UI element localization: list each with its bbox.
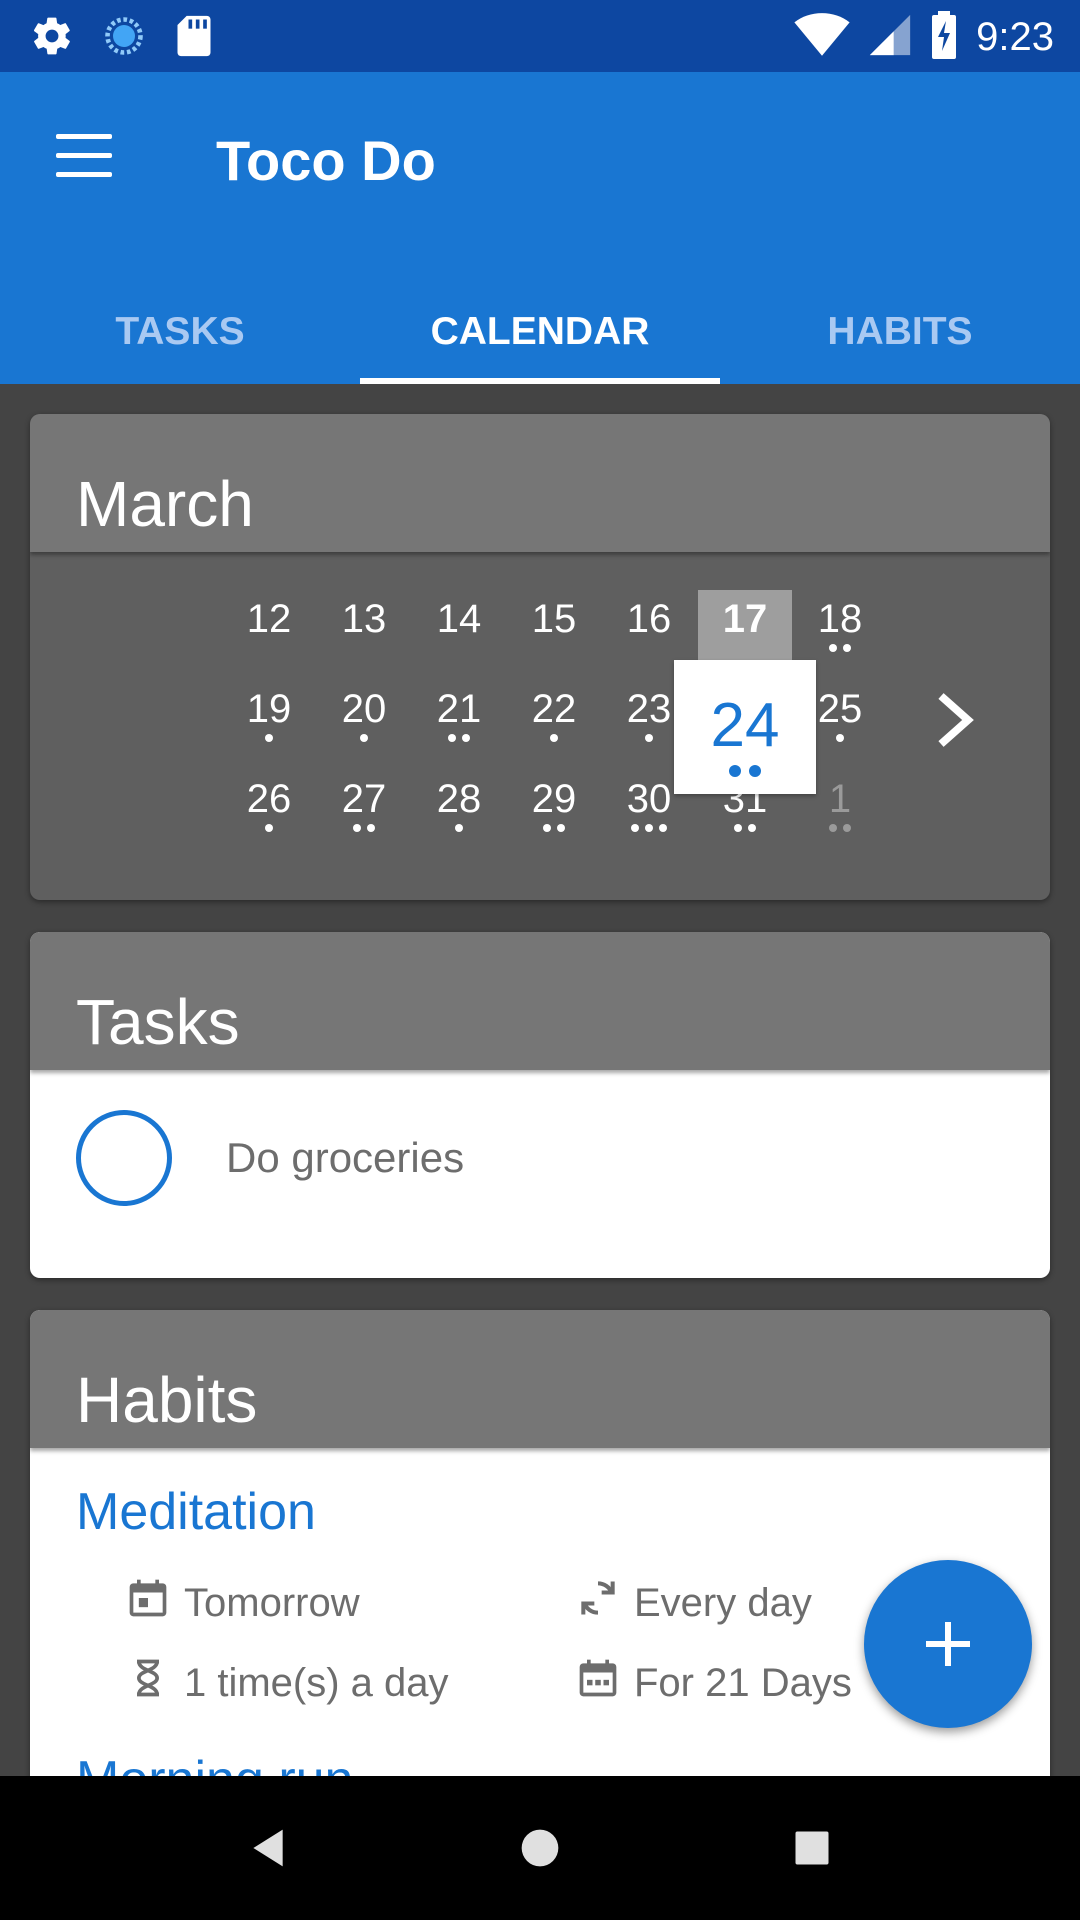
calendar-day[interactable]: 17	[700, 594, 790, 654]
habit-when-label: Tomorrow	[184, 1580, 360, 1625]
calendar-event-dot	[748, 824, 756, 832]
task-checkbox[interactable]	[76, 1110, 172, 1206]
calendar-day-number: 20	[341, 687, 387, 731]
back-icon[interactable]	[246, 1826, 290, 1875]
navigation-bar	[0, 1776, 1080, 1920]
task-item[interactable]: Do groceries	[30, 1070, 1050, 1278]
app-title: Toco Do	[216, 129, 436, 192]
calendar-day[interactable]: 19	[224, 684, 314, 744]
calendar-event-dot	[749, 765, 761, 777]
calendar-day-number: 12	[246, 597, 292, 641]
tab-calendar[interactable]: CALENDAR	[360, 272, 720, 384]
calendar-day-number: 27	[341, 777, 387, 821]
calendar-day-number: 28	[436, 777, 482, 821]
habit-repeat: Every day	[576, 1576, 812, 1630]
calendar-day-number: 22	[531, 687, 577, 731]
calendar-event-dot	[462, 734, 470, 742]
habit-frequency: 1 time(s) a day	[126, 1656, 449, 1710]
calendar-day-number: 18	[817, 597, 863, 641]
calendar-day-number: 14	[436, 597, 482, 641]
calendar-day[interactable]: 26	[224, 774, 314, 834]
calendar-event-dot	[729, 765, 741, 777]
calendar-day-number: 17	[722, 597, 768, 641]
tab-tasks[interactable]: TASKS	[0, 272, 360, 384]
calendar-day-number: 29	[531, 777, 577, 821]
calendar-event-dot	[843, 824, 851, 832]
signal-icon	[868, 13, 912, 62]
hourglass-icon	[126, 1656, 170, 1710]
calendar-card: March 12 13 14 15 16 17 18 19 20 21 22 23 24 25 26 27 28…	[30, 414, 1050, 900]
calendar-event-dot	[360, 734, 368, 742]
sync-icon	[102, 14, 146, 63]
tab-habits[interactable]: HABITS	[720, 272, 1080, 384]
calendar-event-dot	[265, 824, 273, 832]
calendar-event-dot	[836, 734, 844, 742]
calendar-day[interactable]: 21	[414, 684, 504, 744]
status-bar: 9:23	[0, 0, 1080, 72]
calendar-day-icon	[126, 1576, 170, 1630]
calendar-day[interactable]: 14	[414, 594, 504, 654]
calendar-event-dot	[829, 824, 837, 832]
repeat-icon	[576, 1576, 620, 1630]
battery-charging-icon	[930, 10, 958, 65]
calendar-month-title: March	[30, 414, 1050, 552]
tab-bar: TASKS CALENDAR HABITS	[0, 272, 1080, 384]
calendar-event-dot	[843, 644, 851, 652]
app-bar: Toco Do TASKS CALENDAR HABITS	[0, 72, 1080, 384]
calendar-event-dot	[645, 824, 653, 832]
status-time: 9:23	[976, 15, 1054, 59]
habit-duration-label: For 21 Days	[634, 1660, 852, 1705]
calendar-day[interactable]: 28	[414, 774, 504, 834]
calendar-day[interactable]: 16	[604, 594, 694, 654]
calendar-event-dot	[550, 734, 558, 742]
tasks-header: Tasks	[30, 932, 1050, 1070]
calendar-event-dot	[659, 824, 667, 832]
task-label: Do groceries	[226, 1134, 465, 1181]
menu-icon[interactable]	[56, 134, 112, 178]
calendar-event-dot	[829, 644, 837, 652]
calendar-event-dot	[645, 734, 653, 742]
habit-when: Tomorrow	[126, 1576, 360, 1630]
calendar-day-number: 26	[246, 777, 292, 821]
calendar-event-dot	[448, 734, 456, 742]
calendar-event-dot	[353, 824, 361, 832]
calendar-day-selected[interactable]: 24	[674, 660, 816, 794]
calendar-day-number: 16	[626, 597, 672, 641]
calendar-event-dot	[455, 824, 463, 832]
calendar-event-dot	[265, 734, 273, 742]
calendar-day[interactable]: 13	[319, 594, 409, 654]
habit-name[interactable]: Meditation	[76, 1482, 316, 1542]
calendar-day-number: 15	[531, 597, 577, 641]
calendar-day[interactable]: 15	[509, 594, 599, 654]
calendar-event-dot	[734, 824, 742, 832]
settings-icon	[30, 14, 74, 63]
calendar-day[interactable]: 22	[509, 684, 599, 744]
calendar-day[interactable]: 20	[319, 684, 409, 744]
recents-icon[interactable]	[790, 1826, 834, 1875]
calendar-day[interactable]: 18	[795, 594, 885, 654]
calendar-event-dot	[367, 824, 375, 832]
calendar-grid: 12 13 14 15 16 17 18 19 20 21 22 23 24 25 26 27 28 29 30 31…	[30, 552, 1050, 900]
tasks-card: Tasks Do groceries	[30, 932, 1050, 1278]
calendar-event-dot	[557, 824, 565, 832]
calendar-event-dot	[631, 824, 639, 832]
calendar-event-dot	[543, 824, 551, 832]
habits-header: Habits	[30, 1310, 1050, 1448]
home-icon[interactable]	[518, 1826, 562, 1875]
calendar-day-number: 19	[246, 687, 292, 731]
add-button[interactable]	[864, 1560, 1032, 1728]
wifi-icon	[794, 12, 850, 63]
calendar-day[interactable]: 29	[509, 774, 599, 834]
calendar-range-icon	[576, 1656, 620, 1710]
calendar-day-number: 13	[341, 597, 387, 641]
calendar-day-number: 21	[436, 687, 482, 731]
calendar-day[interactable]: 27	[319, 774, 409, 834]
habit-repeat-label: Every day	[634, 1580, 812, 1625]
calendar-day-number: 24	[710, 691, 780, 760]
habit-frequency-label: 1 time(s) a day	[184, 1660, 449, 1705]
chevron-right-icon[interactable]	[932, 690, 980, 750]
habit-duration: For 21 Days	[576, 1656, 852, 1710]
sd-card-icon	[174, 14, 214, 63]
calendar-day[interactable]: 12	[224, 594, 314, 654]
